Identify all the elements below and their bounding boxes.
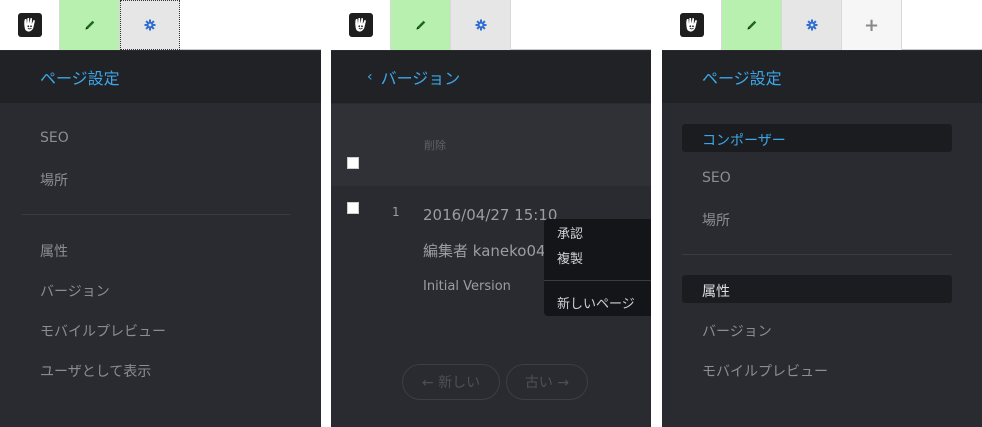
version-checkbox[interactable] <box>347 202 359 214</box>
version-comment: Initial Version <box>423 279 511 294</box>
edit-mode-button[interactable] <box>60 0 120 50</box>
newer-button[interactable]: ← 新しい <box>402 364 500 400</box>
logo-button[interactable] <box>662 0 722 50</box>
concrete5-logo-icon <box>17 13 42 37</box>
menu-item-view-as-user[interactable]: ユーザとして表示 <box>40 361 151 381</box>
menu-item-versions[interactable]: バージョン <box>40 281 110 301</box>
panel-header: ページ設定 <box>662 51 982 103</box>
settings-button[interactable] <box>451 0 511 50</box>
menu-item-duplicate[interactable]: 複製 <box>557 248 583 267</box>
menu-item-location[interactable]: 場所 <box>702 210 730 230</box>
chevron-left-icon[interactable]: ‹ <box>367 69 373 85</box>
divider <box>22 214 290 215</box>
panel-header: ページ設定 <box>0 51 321 103</box>
edit-mode-button[interactable] <box>722 0 782 50</box>
menu-item-seo[interactable]: SEO <box>702 170 731 186</box>
pencil-icon <box>84 16 96 35</box>
menu-item-attributes[interactable]: 属性 <box>40 241 68 261</box>
concrete5-logo-icon <box>348 13 373 37</box>
logo-button[interactable] <box>0 0 60 50</box>
toolbar <box>0 0 321 50</box>
gear-icon <box>806 16 818 35</box>
gear-icon <box>475 16 487 35</box>
menu-item-mobile-preview[interactable]: モバイルプレビュー <box>702 361 828 381</box>
select-all-checkbox[interactable] <box>347 157 359 169</box>
logo-button[interactable] <box>331 0 391 50</box>
page-settings-panel: ページ設定 SEO 場所 属性 バージョン モバイルプレビュー ユーザとして表示 <box>0 0 321 427</box>
toolbar <box>331 0 651 50</box>
menu-item-seo[interactable]: SEO <box>40 130 69 146</box>
menu-item-approve[interactable]: 承認 <box>557 223 583 242</box>
menu-item-mobile-preview[interactable]: モバイルプレビュー <box>40 321 166 341</box>
version-number: 1 <box>392 205 400 219</box>
pencil-icon <box>746 16 758 35</box>
menu-divider <box>544 280 651 281</box>
page-settings-panel-expanded: + ページ設定 コンポーザー SEO 場所 属性 バージョン モバイルプレビュー <box>662 0 982 427</box>
menu-item-composer[interactable]: コンポーザー <box>702 130 786 150</box>
concrete5-logo-icon <box>679 13 704 37</box>
panel-header[interactable]: ‹ バージョン <box>331 51 651 103</box>
version-list-header <box>331 104 651 186</box>
panel-title: ページ設定 <box>702 69 782 88</box>
versions-panel: ‹ バージョン 削除 1 2016/04/27 15:10 編集者 kaneko… <box>331 0 651 427</box>
pencil-icon <box>415 16 427 35</box>
plus-icon: + <box>863 14 880 36</box>
toolbar: + <box>662 0 982 50</box>
divider <box>682 254 952 255</box>
menu-item-attributes[interactable]: 属性 <box>702 281 730 301</box>
older-button[interactable]: 古い → <box>506 364 588 400</box>
menu-item-versions[interactable]: バージョン <box>702 321 772 341</box>
settings-button[interactable] <box>782 0 842 50</box>
add-button[interactable]: + <box>842 0 902 50</box>
gear-icon <box>144 16 156 35</box>
menu-item-location[interactable]: 場所 <box>40 170 68 190</box>
version-context-menu: 承認 複製 新しいページ <box>544 219 651 316</box>
version-date[interactable]: 2016/04/27 15:10 <box>423 206 557 224</box>
edit-mode-button[interactable] <box>391 0 451 50</box>
menu-item-new-page[interactable]: 新しいページ <box>557 293 635 312</box>
panel-title[interactable]: バージョン <box>381 65 461 89</box>
panel-title: ページ設定 <box>40 69 120 88</box>
delete-column-label: 削除 <box>424 139 446 152</box>
settings-button[interactable] <box>120 0 180 50</box>
